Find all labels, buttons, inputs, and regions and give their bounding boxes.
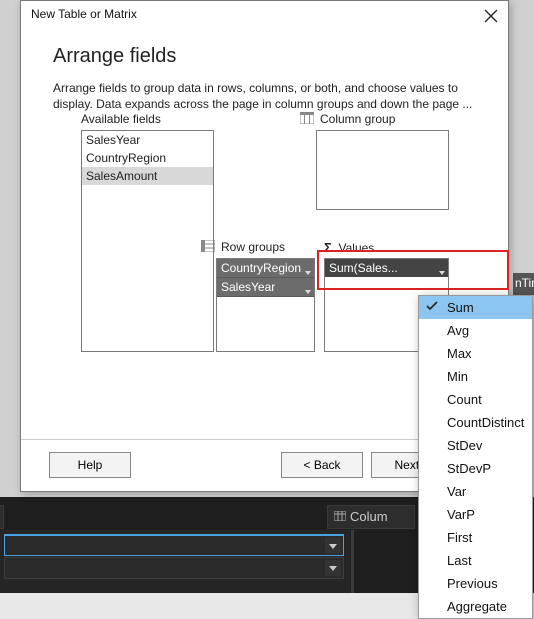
- dialog-title: New Table or Matrix: [31, 7, 137, 21]
- row-groups-icon: [201, 240, 215, 252]
- context-menu-item-stdev[interactable]: StDev: [419, 434, 532, 457]
- available-field-item[interactable]: CountryRegion: [82, 149, 213, 167]
- bg-tab-left: s: [0, 505, 4, 529]
- context-menu-item-previous[interactable]: Previous: [419, 572, 532, 595]
- context-menu-item-sum[interactable]: Sum: [419, 296, 532, 319]
- back-button[interactable]: < Back: [281, 452, 363, 478]
- close-icon: [482, 7, 500, 25]
- context-menu-item-avg[interactable]: Avg: [419, 319, 532, 342]
- bg-ntime-cell: nTime: [513, 273, 534, 295]
- available-fields-label: Available fields: [81, 112, 161, 126]
- column-groups-box[interactable]: [316, 130, 449, 210]
- row-group-item[interactable]: CountryRegion: [217, 259, 314, 278]
- chevron-down-icon[interactable]: [305, 283, 311, 297]
- chevron-down-icon: [325, 560, 341, 576]
- context-menu-item-aggregate[interactable]: Aggregate: [419, 595, 532, 618]
- row-group-item[interactable]: SalesYear: [217, 278, 314, 297]
- bg-dropdown-1[interactable]: [4, 534, 344, 556]
- context-menu-item-countdistinct[interactable]: CountDistinct: [419, 411, 532, 434]
- row-groups-box[interactable]: CountryRegion SalesYear: [216, 258, 315, 352]
- page-description: Arrange fields to group data in rows, co…: [21, 68, 508, 112]
- available-field-item[interactable]: SalesYear: [82, 131, 213, 149]
- context-menu-item-first[interactable]: First: [419, 526, 532, 549]
- bg-dropdown-2[interactable]: [4, 557, 344, 579]
- close-button[interactable]: [482, 7, 500, 25]
- chevron-down-icon[interactable]: [305, 264, 311, 278]
- context-menu-item-max[interactable]: Max: [419, 342, 532, 365]
- context-menu-item-varp[interactable]: VarP: [419, 503, 532, 526]
- check-icon: [426, 300, 438, 312]
- column-groups-icon: [300, 112, 314, 124]
- chevron-down-icon[interactable]: [439, 264, 445, 278]
- dialog-titlebar: New Table or Matrix: [21, 1, 508, 31]
- column-groups-label: Column group: [300, 112, 395, 126]
- available-fields-list[interactable]: SalesYear CountryRegion SalesAmount: [81, 130, 214, 352]
- bg-tab-column: Colum: [327, 505, 415, 529]
- context-menu-item-var[interactable]: Var: [419, 480, 532, 503]
- available-field-item[interactable]: SalesAmount: [82, 167, 213, 185]
- values-item[interactable]: Sum(Sales...: [325, 259, 448, 277]
- values-label: Σ Values: [324, 240, 374, 255]
- sigma-icon: Σ: [324, 240, 332, 255]
- table-icon: [334, 511, 346, 521]
- aggregate-context-menu: Sum Avg Max Min Count CountDistinct StDe…: [418, 295, 533, 619]
- context-menu-item-last[interactable]: Last: [419, 549, 532, 572]
- context-menu-item-count[interactable]: Count: [419, 388, 532, 411]
- chevron-down-icon: [325, 538, 341, 554]
- row-groups-label: Row groups: [201, 240, 285, 254]
- help-button[interactable]: Help: [49, 452, 131, 478]
- context-menu-item-min[interactable]: Min: [419, 365, 532, 388]
- page-heading: Arrange fields: [21, 31, 508, 68]
- context-menu-item-stdevp[interactable]: StDevP: [419, 457, 532, 480]
